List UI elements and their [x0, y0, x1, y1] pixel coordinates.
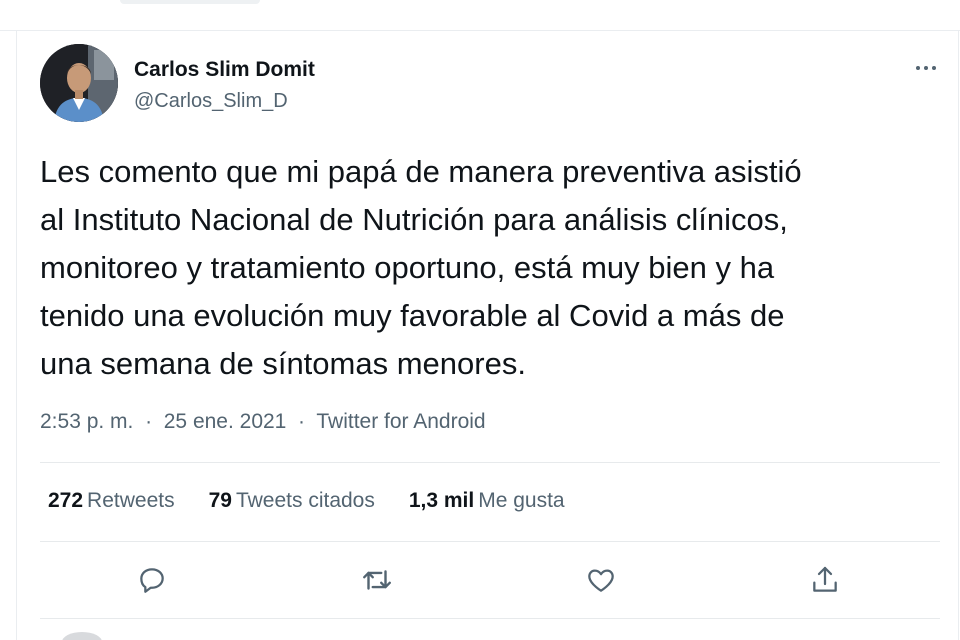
more-icon — [916, 66, 920, 70]
reply-icon — [140, 568, 164, 593]
like-button[interactable] — [581, 560, 621, 600]
divider — [40, 462, 940, 463]
tweet-text: Les comento que mi papá de manera preven… — [40, 148, 940, 388]
heart-icon — [588, 569, 614, 592]
tweet-text-line: una semana de síntomas menores. — [40, 346, 526, 381]
retweets-count: 272 — [48, 489, 84, 512]
engagement-stats: 272 Retweets 79 Tweets citados 1,3 mil Me g… — [48, 489, 565, 513]
retweets-label: Retweets — [87, 489, 175, 512]
divider — [40, 618, 940, 619]
share-icon — [813, 566, 837, 592]
tweet-header: Carlos Slim Domit @Carlos_Slim_D — [40, 44, 940, 124]
tweet-text-line: al Instituto Nacional de Nutrición para … — [40, 202, 788, 237]
likes-stat[interactable]: 1,3 mil Me gusta — [409, 489, 565, 513]
likes-count: 1,3 mil — [408, 489, 475, 512]
previous-tweet-edge — [0, 0, 960, 31]
author-handle[interactable]: @Carlos_Slim_D — [134, 90, 288, 113]
meta-separator: · — [139, 410, 158, 433]
quotes-count: 79 — [208, 489, 232, 512]
tweet-timestamp-date[interactable]: 25 ene. 2021 — [164, 410, 287, 433]
tweet-page: Carlos Slim Domit @Carlos_Slim_D Les com… — [0, 0, 960, 640]
tweet-metadata: 2:53 p. m. · 25 ene. 2021 · Twitter for … — [40, 410, 486, 434]
share-button[interactable] — [805, 560, 845, 600]
reply-button[interactable] — [132, 560, 172, 600]
author-avatar[interactable] — [40, 44, 118, 122]
more-icon-dot — [924, 66, 928, 70]
next-tweet-avatar-edge — [62, 632, 102, 640]
tweet-text-line: monitoreo y tratamiento oportuno, está m… — [40, 250, 775, 285]
likes-label: Me gusta — [478, 489, 565, 512]
previous-tweet-remnant — [120, 0, 260, 4]
tweet-source-link[interactable]: Twitter for Android — [316, 410, 485, 433]
tweet-timestamp-time[interactable]: 2:53 p. m. — [40, 410, 133, 433]
tweet-text-line: Les comento que mi papá de manera preven… — [40, 154, 802, 189]
author-name[interactable]: Carlos Slim Domit — [134, 58, 315, 82]
timeline-border-right — [958, 30, 959, 640]
quotes-label: Tweets citados — [235, 489, 375, 512]
more-icon-dot — [932, 66, 936, 70]
divider — [40, 541, 940, 542]
retweet-button[interactable] — [357, 560, 397, 600]
more-options-button[interactable] — [908, 56, 944, 80]
timeline-border-left — [16, 30, 17, 640]
tweet-text-line: tenido una evolución muy favorable al Co… — [40, 298, 785, 333]
tweet-actions-bar — [0, 560, 960, 604]
retweets-stat[interactable]: 272 Retweets — [48, 489, 175, 513]
quotes-stat[interactable]: 79 Tweets citados — [209, 489, 375, 513]
meta-separator: · — [292, 410, 311, 433]
retweet-icon — [363, 570, 391, 590]
